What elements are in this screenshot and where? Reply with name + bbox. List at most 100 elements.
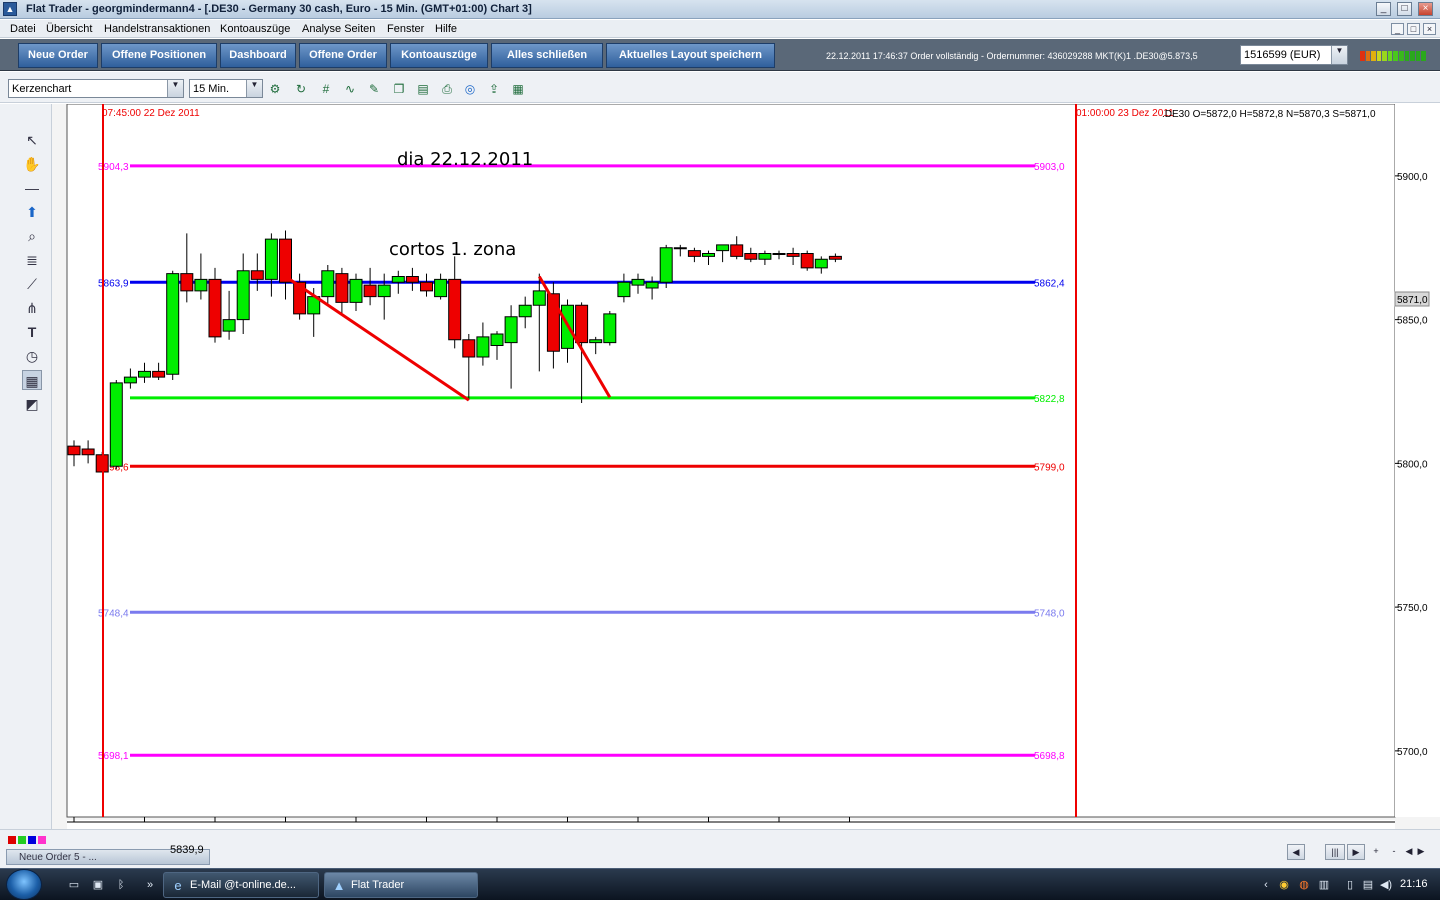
network-icon[interactable]: ▥	[1316, 878, 1332, 892]
color-swatch[interactable]	[38, 836, 46, 844]
close-all-button[interactable]: Alles schließen	[491, 43, 603, 68]
level-label-right: 5862,4	[1034, 278, 1065, 289]
menu-hilfe[interactable]: Hilfe	[435, 23, 457, 35]
new-order-button[interactable]: Neue Order	[18, 43, 98, 68]
mdi-minimize-button[interactable]: _	[1391, 23, 1404, 35]
open-positions-button[interactable]: Offene Positionen	[101, 43, 217, 68]
signal-bar	[1387, 51, 1393, 61]
horizontal-line-icon[interactable]: —	[22, 178, 42, 198]
chart-panel[interactable]: 5904,3 5903,0 5863,9 5862,4 5822,8 5798,6 5799…	[52, 104, 1440, 848]
refresh-icon[interactable]: ↻	[293, 81, 309, 97]
menu-analyse-seiten[interactable]: Analyse Seiten	[302, 23, 375, 35]
flat-trader-icon: ▲	[332, 878, 346, 893]
chart-type-select[interactable]: Kerzenchart ▼	[8, 79, 184, 98]
open-orders-button[interactable]: Offene Order	[299, 43, 387, 68]
copy-icon[interactable]: ❐	[391, 81, 407, 97]
menu-handelstransaktionen[interactable]: Handelstransaktionen	[104, 23, 210, 35]
display-icon[interactable]: ▤	[1360, 878, 1376, 892]
chart-horizontal-scroll[interactable]: ◀ ||| ▶ + - ◀ ▶	[1287, 844, 1427, 860]
chart-settings-icon[interactable]: ⚙	[267, 81, 283, 97]
candle-body	[814, 258, 828, 269]
arrow-up-icon[interactable]: ⬆	[22, 202, 42, 222]
edit-icon[interactable]: ✎	[366, 81, 382, 97]
candle-body	[194, 278, 208, 292]
mdi-close-button[interactable]: ×	[1423, 23, 1436, 35]
taskbar-flat-trader[interactable]: ▲ Flat Trader	[324, 872, 478, 898]
fibonacci-icon[interactable]: ≣	[22, 250, 42, 270]
text-icon[interactable]: T	[22, 322, 42, 342]
plot-background	[66, 104, 1396, 818]
statements-button[interactable]: Kontoauszüge	[390, 43, 488, 68]
clock-icon[interactable]: ◷	[22, 346, 42, 366]
color-swatch[interactable]	[8, 836, 16, 844]
level-label-right: 5799,0	[1034, 462, 1065, 473]
calculator-icon[interactable]: ▦	[22, 370, 42, 390]
grid-icon[interactable]: #	[318, 81, 334, 97]
signal-bar	[1360, 51, 1365, 61]
candlestick-chart[interactable]: 5904,3 5903,05863,9 5862,45822,85798,6 5799…	[52, 104, 1440, 848]
candle-body	[391, 276, 405, 283]
account-select[interactable]: 1516599 (EUR) ▼	[1240, 45, 1348, 65]
paint-icon[interactable]: ◩	[22, 394, 42, 414]
signal-bar	[1404, 51, 1410, 61]
last-price-label: 5871,0	[1397, 295, 1428, 306]
chart-annotation-title: dia 22.12.2011	[397, 149, 533, 170]
start-button[interactable]	[6, 869, 42, 900]
cursor-icon[interactable]: ↖	[22, 130, 42, 150]
layout-icon[interactable]: ▦	[510, 81, 526, 97]
menu-kontoauszuege[interactable]: Kontoauszüge	[220, 23, 290, 35]
chrome-icon[interactable]: ◉	[1276, 878, 1292, 892]
volume-icon[interactable]: ◀)	[1378, 878, 1394, 892]
firefox-icon[interactable]: ◍	[1296, 878, 1312, 892]
zoom-icon[interactable]: ◎	[462, 81, 478, 97]
signal-bar	[1365, 51, 1371, 61]
taskbar-clock[interactable]: 21:16	[1400, 878, 1428, 890]
scroll-thumb[interactable]: |||	[1325, 844, 1345, 860]
dashboard-button[interactable]: Dashboard	[220, 43, 296, 68]
tray-expand-icon[interactable]: ‹	[1258, 878, 1274, 892]
page-right-button[interactable]: ▶	[1415, 844, 1427, 860]
menu-datei[interactable]: Datei	[10, 23, 36, 35]
save-layout-button[interactable]: Aktuelles Layout speichern	[606, 43, 775, 68]
candle-body	[702, 253, 715, 257]
export-icon[interactable]: ⇪	[486, 81, 502, 97]
zoom-in-button[interactable]: +	[1367, 844, 1385, 860]
close-button[interactable]: ×	[1418, 2, 1433, 16]
candle-body	[603, 313, 617, 344]
y-tick-label: 5850,0	[1397, 316, 1428, 327]
color-swatch[interactable]	[28, 836, 36, 844]
menu-uebersicht[interactable]: Übersicht	[46, 23, 92, 35]
taskbar-email[interactable]: e E-Mail @t-online.de...	[163, 872, 319, 898]
window-titlebar: ▲ Flat Trader - georgmindermann4 - [.DE3…	[0, 0, 1440, 19]
pitchfork-icon[interactable]: ⋔	[22, 298, 42, 318]
explorer-icon[interactable]: ▣	[90, 878, 106, 892]
menu-fenster[interactable]: Fenster	[387, 23, 424, 35]
color-swatch[interactable]	[18, 836, 26, 844]
scroll-right-button[interactable]: ▶	[1347, 844, 1365, 860]
candle-body	[138, 370, 151, 378]
candle-body	[208, 278, 222, 338]
paste-icon[interactable]: ▤	[415, 81, 431, 97]
bluetooth-icon[interactable]: ᛒ	[113, 878, 129, 892]
scroll-left-button[interactable]: ◀	[1287, 844, 1305, 860]
candle-body	[321, 270, 335, 298]
indicator-icon[interactable]: ∿	[342, 81, 358, 97]
page-left-button[interactable]: ◀	[1403, 844, 1415, 860]
candle-body	[645, 281, 659, 289]
desktop-icon[interactable]: ▭	[66, 878, 82, 892]
candle-body	[532, 290, 546, 306]
mdi-restore-button[interactable]: □	[1407, 23, 1420, 35]
minimize-button[interactable]: _	[1376, 2, 1391, 16]
trendline-icon[interactable]: ⟋	[22, 274, 42, 294]
battery-icon[interactable]: ▯	[1342, 878, 1358, 892]
print-icon[interactable]: ⎙	[439, 81, 455, 97]
hand-icon[interactable]: ✋	[22, 154, 42, 174]
zoom-out-button[interactable]: -	[1385, 844, 1403, 860]
zoom-icon[interactable]: ⌕	[22, 226, 42, 246]
interval-select[interactable]: 15 Min. ▼	[189, 79, 263, 98]
candle-body	[828, 255, 842, 260]
candle-body	[462, 339, 476, 358]
signal-bar	[1376, 51, 1382, 61]
quick-launch-more-icon[interactable]: »	[142, 878, 158, 892]
maximize-button[interactable]: □	[1397, 2, 1412, 16]
